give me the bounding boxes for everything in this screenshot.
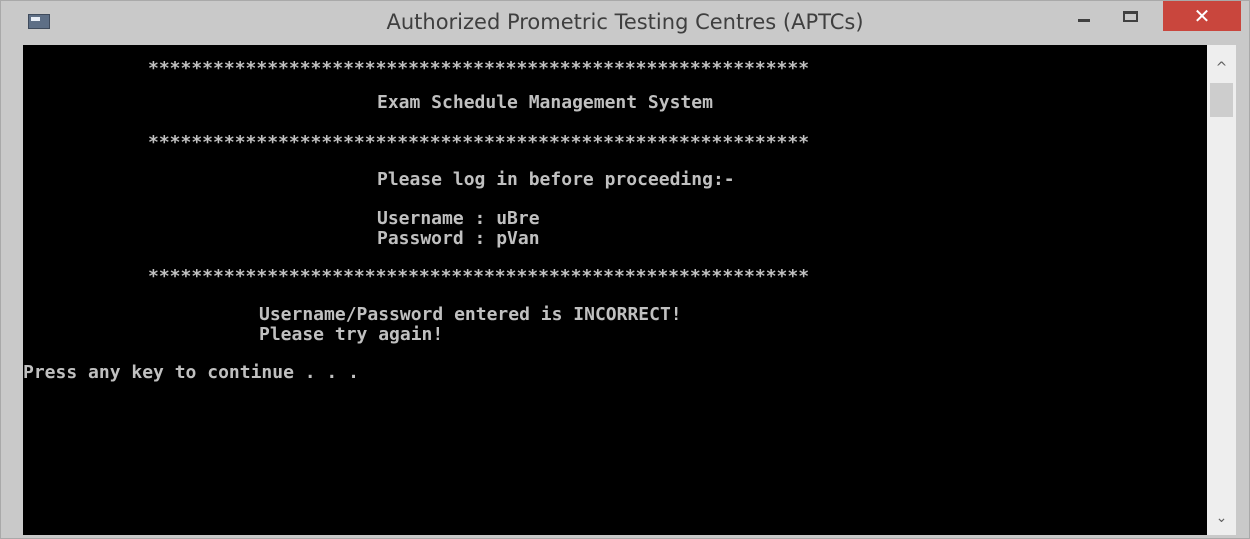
- title-bar[interactable]: Authorized Prometric Testing Centres (AP…: [1, 1, 1249, 45]
- close-button[interactable]: ✕: [1163, 1, 1241, 31]
- scroll-down-button[interactable]: ⌄: [1207, 505, 1236, 531]
- retry-message: Please try again!: [259, 324, 444, 345]
- minimize-icon: [1078, 18, 1090, 22]
- login-prompt: Please log in before proceeding:-: [377, 169, 735, 190]
- chevron-up-icon: ^: [1215, 60, 1228, 76]
- scroll-up-button[interactable]: ^: [1207, 55, 1236, 81]
- console-output[interactable]: ****************************************…: [23, 45, 1207, 535]
- continue-prompt: Press any key to continue . . .: [23, 362, 359, 383]
- error-message: Username/Password entered is INCORRECT!: [259, 304, 682, 325]
- console-window: Authorized Prometric Testing Centres (AP…: [0, 0, 1250, 539]
- chevron-down-icon: ⌄: [1215, 510, 1228, 526]
- close-icon: ✕: [1193, 4, 1211, 28]
- system-title: Exam Schedule Management System: [377, 92, 713, 113]
- separator-line: ****************************************…: [148, 132, 810, 153]
- scroll-thumb[interactable]: [1210, 83, 1233, 117]
- maximize-icon: [1122, 10, 1138, 22]
- separator-line: ****************************************…: [148, 266, 810, 287]
- minimize-button[interactable]: [1061, 1, 1107, 31]
- vertical-scrollbar[interactable]: ^ ⌄: [1207, 45, 1236, 535]
- username-line: Username : uBre: [377, 208, 540, 229]
- password-line: Password : pVan: [377, 228, 540, 249]
- maximize-button[interactable]: [1107, 1, 1153, 31]
- separator-line: ****************************************…: [148, 58, 810, 79]
